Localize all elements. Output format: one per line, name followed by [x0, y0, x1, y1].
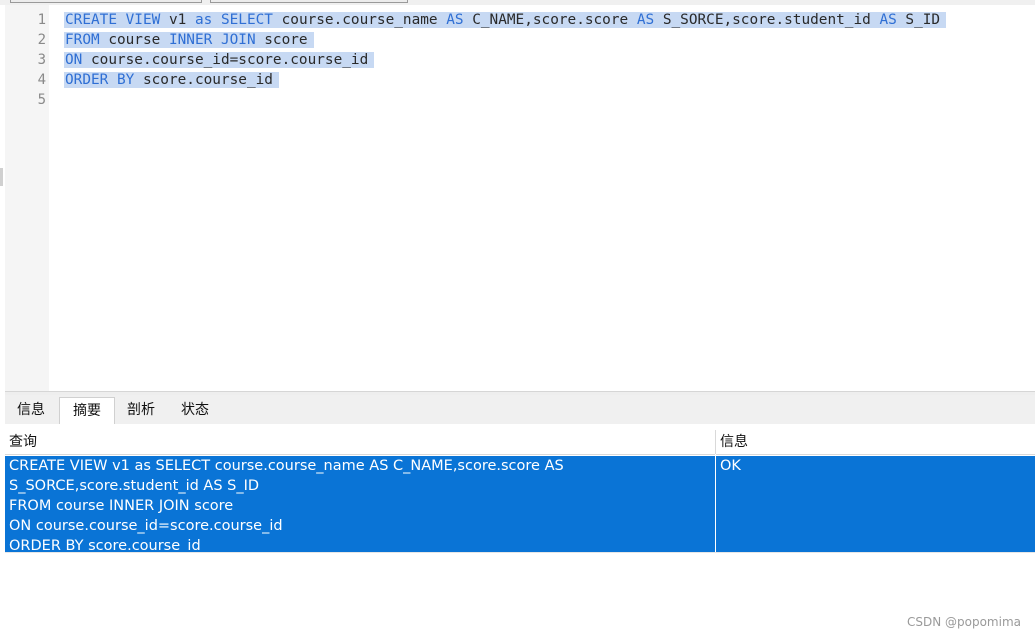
sql-text: score.course_id — [134, 72, 273, 88]
sql-keyword: CREATE VIEW — [65, 12, 161, 28]
query-tab-edge[interactable] — [10, 0, 202, 3]
selected-text: ORDER BY score.course_id — [64, 72, 279, 88]
splitter-handle[interactable] — [0, 168, 3, 186]
line-number: 4 — [37, 72, 46, 88]
info-cell[interactable]: OK — [716, 456, 1035, 552]
sql-text: v1 — [160, 12, 195, 28]
code-line[interactable]: CREATE VIEW v1 as SELECT course.course_n… — [64, 10, 947, 30]
tab-status[interactable]: 状态 — [169, 397, 221, 423]
code-area[interactable]: CREATE VIEW v1 as SELECT course.course_n… — [64, 10, 947, 110]
line-number: 3 — [37, 52, 46, 68]
selected-text: FROM course INNER JOIN score — [64, 32, 314, 48]
query-line: S_SORCE,score.student_id AS S_ID — [9, 478, 260, 494]
sql-text: score — [255, 32, 308, 48]
code-line[interactable]: FROM course INNER JOIN score — [64, 30, 946, 50]
tab-profile[interactable]: 剖析 — [115, 397, 167, 423]
line-number-gutter: 1 2 3 4 5 — [5, 5, 49, 392]
query-line: ORDER BY score.course_id — [9, 538, 201, 554]
code-line[interactable]: ORDER BY score.course_id — [64, 70, 946, 90]
sql-text: course — [99, 32, 169, 48]
query-cell[interactable]: CREATE VIEW v1 as SELECT course.course_n… — [5, 456, 715, 554]
summary-grid: 查询 信息 CREATE VIEW v1 as SELECT course.co… — [5, 424, 1035, 640]
watermark: CSDN @popomima — [906, 615, 1021, 629]
sql-text: S_ID — [896, 12, 941, 28]
grid-row-border — [5, 552, 1035, 553]
info-value: OK — [720, 458, 741, 474]
sql-text: S_SORCE,score.student_id — [654, 12, 880, 28]
line-number: 2 — [37, 32, 46, 48]
sql-keyword: ORDER BY — [65, 72, 135, 88]
tab-info[interactable]: 信息 — [7, 397, 55, 423]
sql-keyword: AS — [879, 12, 897, 28]
tab-summary[interactable]: 摘要 — [59, 397, 115, 424]
selected-text: ON course.course_id=score.course_id — [64, 52, 375, 68]
column-header-info[interactable]: 信息 — [716, 430, 1035, 455]
result-tab-bar: 信息 摘要 剖析 状态 — [5, 395, 1035, 425]
sql-keyword: AS — [636, 12, 655, 28]
line-number: 1 — [37, 12, 46, 28]
code-line[interactable]: ON course.course_id=score.course_id — [64, 50, 946, 70]
sql-keyword: FROM — [65, 32, 100, 48]
sql-keyword: as SELECT — [194, 12, 273, 28]
query-line: ON course.course_id=score.course_id — [9, 518, 283, 534]
sql-text: course.course_id=score.course_id — [82, 52, 369, 68]
query-line: FROM course INNER JOIN score — [9, 498, 234, 514]
sql-editor[interactable]: 1 2 3 4 5 CREATE VIEW v1 as SELECT cours… — [5, 5, 1035, 392]
query-line: CREATE VIEW v1 as SELECT course.course_n… — [9, 458, 564, 474]
selected-text: CREATE VIEW v1 as SELECT course.course_n… — [64, 12, 947, 28]
code-line[interactable] — [65, 90, 946, 110]
line-number: 5 — [37, 92, 46, 108]
column-header-query[interactable]: 查询 — [5, 430, 715, 455]
sql-text: C_NAME,score.score — [463, 12, 637, 28]
sql-keyword: AS — [446, 12, 464, 28]
query-tab-edge[interactable] — [210, 0, 408, 3]
sql-keyword: ON — [65, 52, 83, 68]
sql-keyword: INNER JOIN — [168, 32, 256, 48]
sql-text: course.course_name — [272, 12, 447, 28]
